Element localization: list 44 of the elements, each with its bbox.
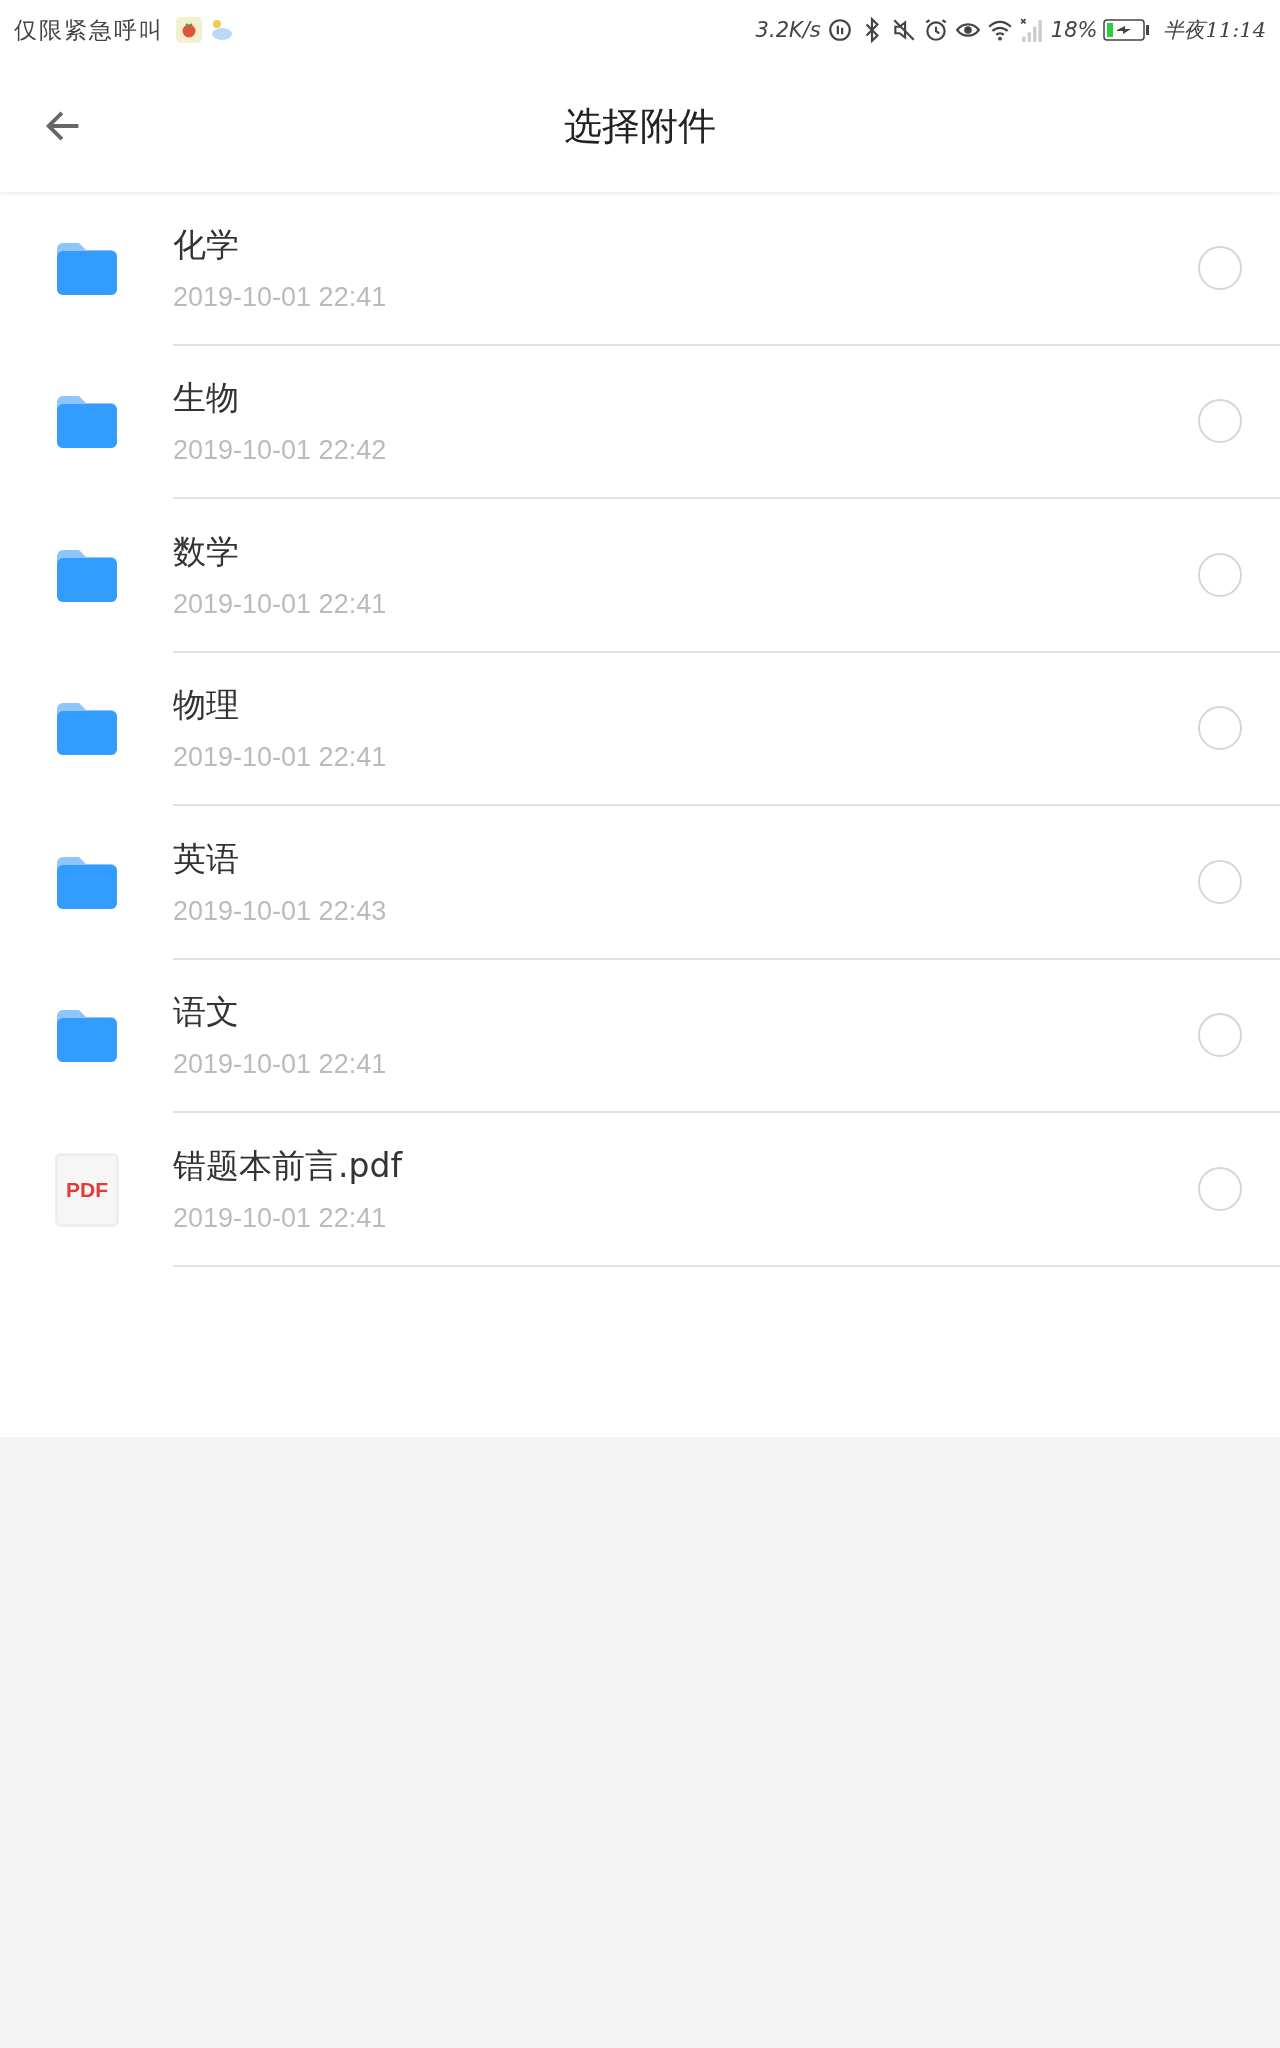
file-name: 物理	[173, 684, 240, 727]
radio-button[interactable]	[1198, 1166, 1242, 1211]
file-date: 2019-10-01 22:41	[173, 1049, 388, 1081]
file-date: 2019-10-01 22:43	[173, 895, 388, 927]
tomato-app-icon	[176, 17, 202, 43]
file-name: 数学	[173, 530, 240, 573]
radio-button[interactable]	[1198, 706, 1242, 751]
radio-button[interactable]	[1198, 859, 1242, 904]
file-name: 英语	[173, 837, 240, 880]
file-row[interactable]: 物理 2019-10-01 22:41	[0, 652, 1280, 806]
radio-button[interactable]	[1198, 399, 1242, 444]
radio-button[interactable]	[1198, 245, 1242, 290]
folder-icon	[55, 240, 119, 297]
file-row[interactable]: 数学 2019-10-01 22:41	[0, 499, 1280, 653]
network-speed: 3.2K/s	[755, 18, 821, 42]
file-name: 语文	[173, 991, 240, 1034]
file-row[interactable]: 语文 2019-10-01 22:41	[0, 959, 1280, 1113]
carrier-text: 仅限紧急呼叫	[14, 15, 164, 45]
file-date: 2019-10-01 22:41	[173, 742, 388, 774]
folder-icon	[55, 394, 119, 451]
file-name: 生物	[173, 377, 240, 420]
file-row[interactable]: 化学 2019-10-01 22:41	[0, 192, 1280, 346]
file-row[interactable]: 生物 2019-10-01 22:42	[0, 345, 1280, 499]
file-date: 2019-10-01 22:41	[173, 588, 388, 620]
folder-icon	[55, 854, 119, 911]
file-date: 2019-10-01 22:41	[173, 1202, 388, 1234]
clock-time: 半夜11:14	[1163, 17, 1266, 44]
folder-icon	[55, 1008, 119, 1065]
file-row[interactable]: PDF 错题本前言.pdf 2019-10-01 22:41	[0, 1113, 1280, 1267]
data-saver-icon	[826, 17, 853, 43]
radio-button[interactable]	[1198, 1013, 1242, 1058]
folder-icon	[55, 701, 119, 758]
file-name: 错题本前言.pdf	[173, 1144, 404, 1187]
file-date: 2019-10-01 22:41	[173, 281, 388, 313]
file-row[interactable]: 英语 2019-10-01 22:43	[0, 806, 1280, 960]
file-date: 2019-10-01 22:42	[173, 435, 388, 467]
charging-battery-icon	[1103, 19, 1150, 41]
no-signal-icon	[1018, 17, 1045, 43]
file-name: 化学	[173, 223, 240, 266]
pdf-file-icon: PDF	[55, 1152, 119, 1227]
radio-button[interactable]	[1198, 552, 1242, 597]
page-title: 选择附件	[564, 102, 716, 150]
folder-icon	[55, 547, 119, 604]
battery-percent: 18%	[1050, 18, 1098, 42]
